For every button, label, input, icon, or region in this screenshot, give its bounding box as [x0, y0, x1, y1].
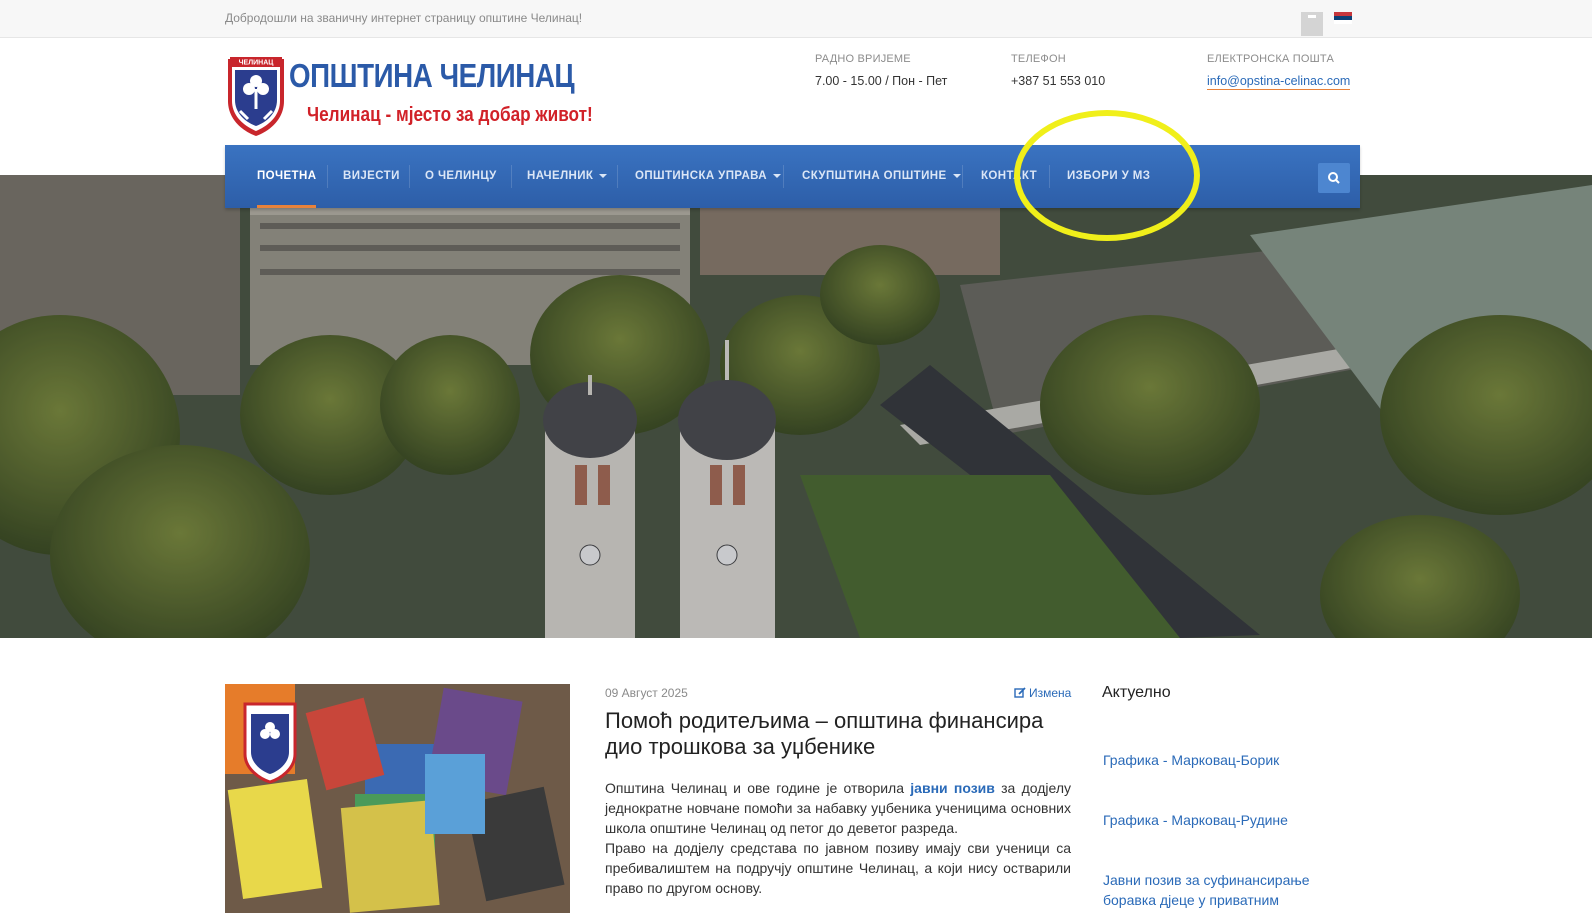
- sidebar-link[interactable]: Графика - Марковац-Рудине: [1103, 810, 1333, 830]
- nav-item-mayor[interactable]: НАЧЕЛНИК: [527, 145, 608, 208]
- chevron-down-icon: [773, 173, 782, 178]
- search-icon: [1328, 172, 1340, 184]
- textbooks-photo: [225, 684, 570, 913]
- logo-title[interactable]: ОПШТИНА ЧЕЛИНАЦ: [289, 57, 575, 95]
- main-navigation: ПОЧЕТНА ВИЈЕСТИ О ЧЕЛИНЦУ НАЧЕЛНИК ОПШТИ…: [225, 145, 1360, 208]
- nav-item-contact[interactable]: КОНТАКТ: [981, 145, 1037, 208]
- article-thumbnail[interactable]: [225, 684, 570, 913]
- article-date: 09 Август 2025: [605, 686, 688, 700]
- nav-item-elections[interactable]: ИЗБОРИ У МЗ: [1067, 145, 1150, 208]
- edit-link[interactable]: Измена: [1014, 686, 1071, 700]
- article-title[interactable]: Помоћ родитељима – општина финансира дио…: [605, 708, 1075, 760]
- nav-item-news[interactable]: ВИЈЕСТИ: [343, 145, 400, 208]
- working-hours-value: 7.00 - 15.00 / Пон - Пет: [815, 74, 948, 88]
- email-label: ЕЛЕКТРОНСКА ПОШТА: [1207, 53, 1334, 65]
- crest-label: ЧЕЛИНАЦ: [239, 60, 275, 67]
- email-link[interactable]: info@opstina-celinac.com: [1207, 74, 1351, 90]
- chevron-down-icon: [599, 173, 608, 178]
- phone-label: ТЕЛЕФОН: [1011, 53, 1066, 65]
- edit-icon: [1014, 687, 1026, 698]
- aerial-town-photo: [0, 175, 1592, 638]
- public-call-link[interactable]: јавни позив: [910, 780, 995, 796]
- phone-value: +387 51 553 010: [1011, 74, 1106, 88]
- article-paragraph-1: Општина Челинац и ове године је отворила…: [605, 780, 1072, 836]
- sidebar-link[interactable]: Јавни позив за суфинансирање боравка дје…: [1103, 870, 1333, 910]
- nav-item-administration[interactable]: ОПШТИНСКА УПРАВА: [635, 145, 782, 208]
- chevron-down-icon: [952, 173, 961, 178]
- working-hours-label: РАДНО ВРИЈЕМЕ: [815, 53, 911, 65]
- article-body: Општина Челинац и ове године је отворила…: [605, 778, 1071, 898]
- latin-flag-icon[interactable]: [1301, 12, 1323, 36]
- serbian-flag-icon[interactable]: [1334, 12, 1352, 24]
- email-block: ЕЛЕКТРОНСКА ПОШТА info@opstina-celinac.c…: [1207, 53, 1351, 90]
- article-paragraph-2: Право на додјелу средстава по јавном поз…: [605, 840, 1071, 896]
- nav-item-assembly[interactable]: СКУПШТИНА ОПШТИНЕ: [802, 145, 961, 208]
- sidebar-heading: Актуелно: [1102, 684, 1171, 701]
- nav-item-about[interactable]: О ЧЕЛИНЦУ: [425, 145, 497, 208]
- logo-slogan: Челинац - мјесто за добар живот!: [307, 104, 593, 126]
- municipality-crest-logo[interactable]: ЧЕЛИНАЦ: [226, 53, 286, 137]
- hero-image: [0, 175, 1592, 638]
- welcome-text: Добродошли на званичну интернет страницу…: [225, 11, 583, 25]
- working-hours-block: РАДНО ВРИЈЕМЕ 7.00 - 15.00 / Пон - Пет: [815, 53, 947, 88]
- top-bar: Добродошли на званичну интернет страницу…: [0, 0, 1592, 38]
- phone-block: ТЕЛЕФОН +387 51 553 010: [1011, 53, 1105, 88]
- nav-item-home[interactable]: ПОЧЕТНА: [257, 145, 317, 208]
- sidebar-link[interactable]: Графика - Марковац-Борик: [1103, 750, 1333, 770]
- search-button[interactable]: [1318, 163, 1350, 193]
